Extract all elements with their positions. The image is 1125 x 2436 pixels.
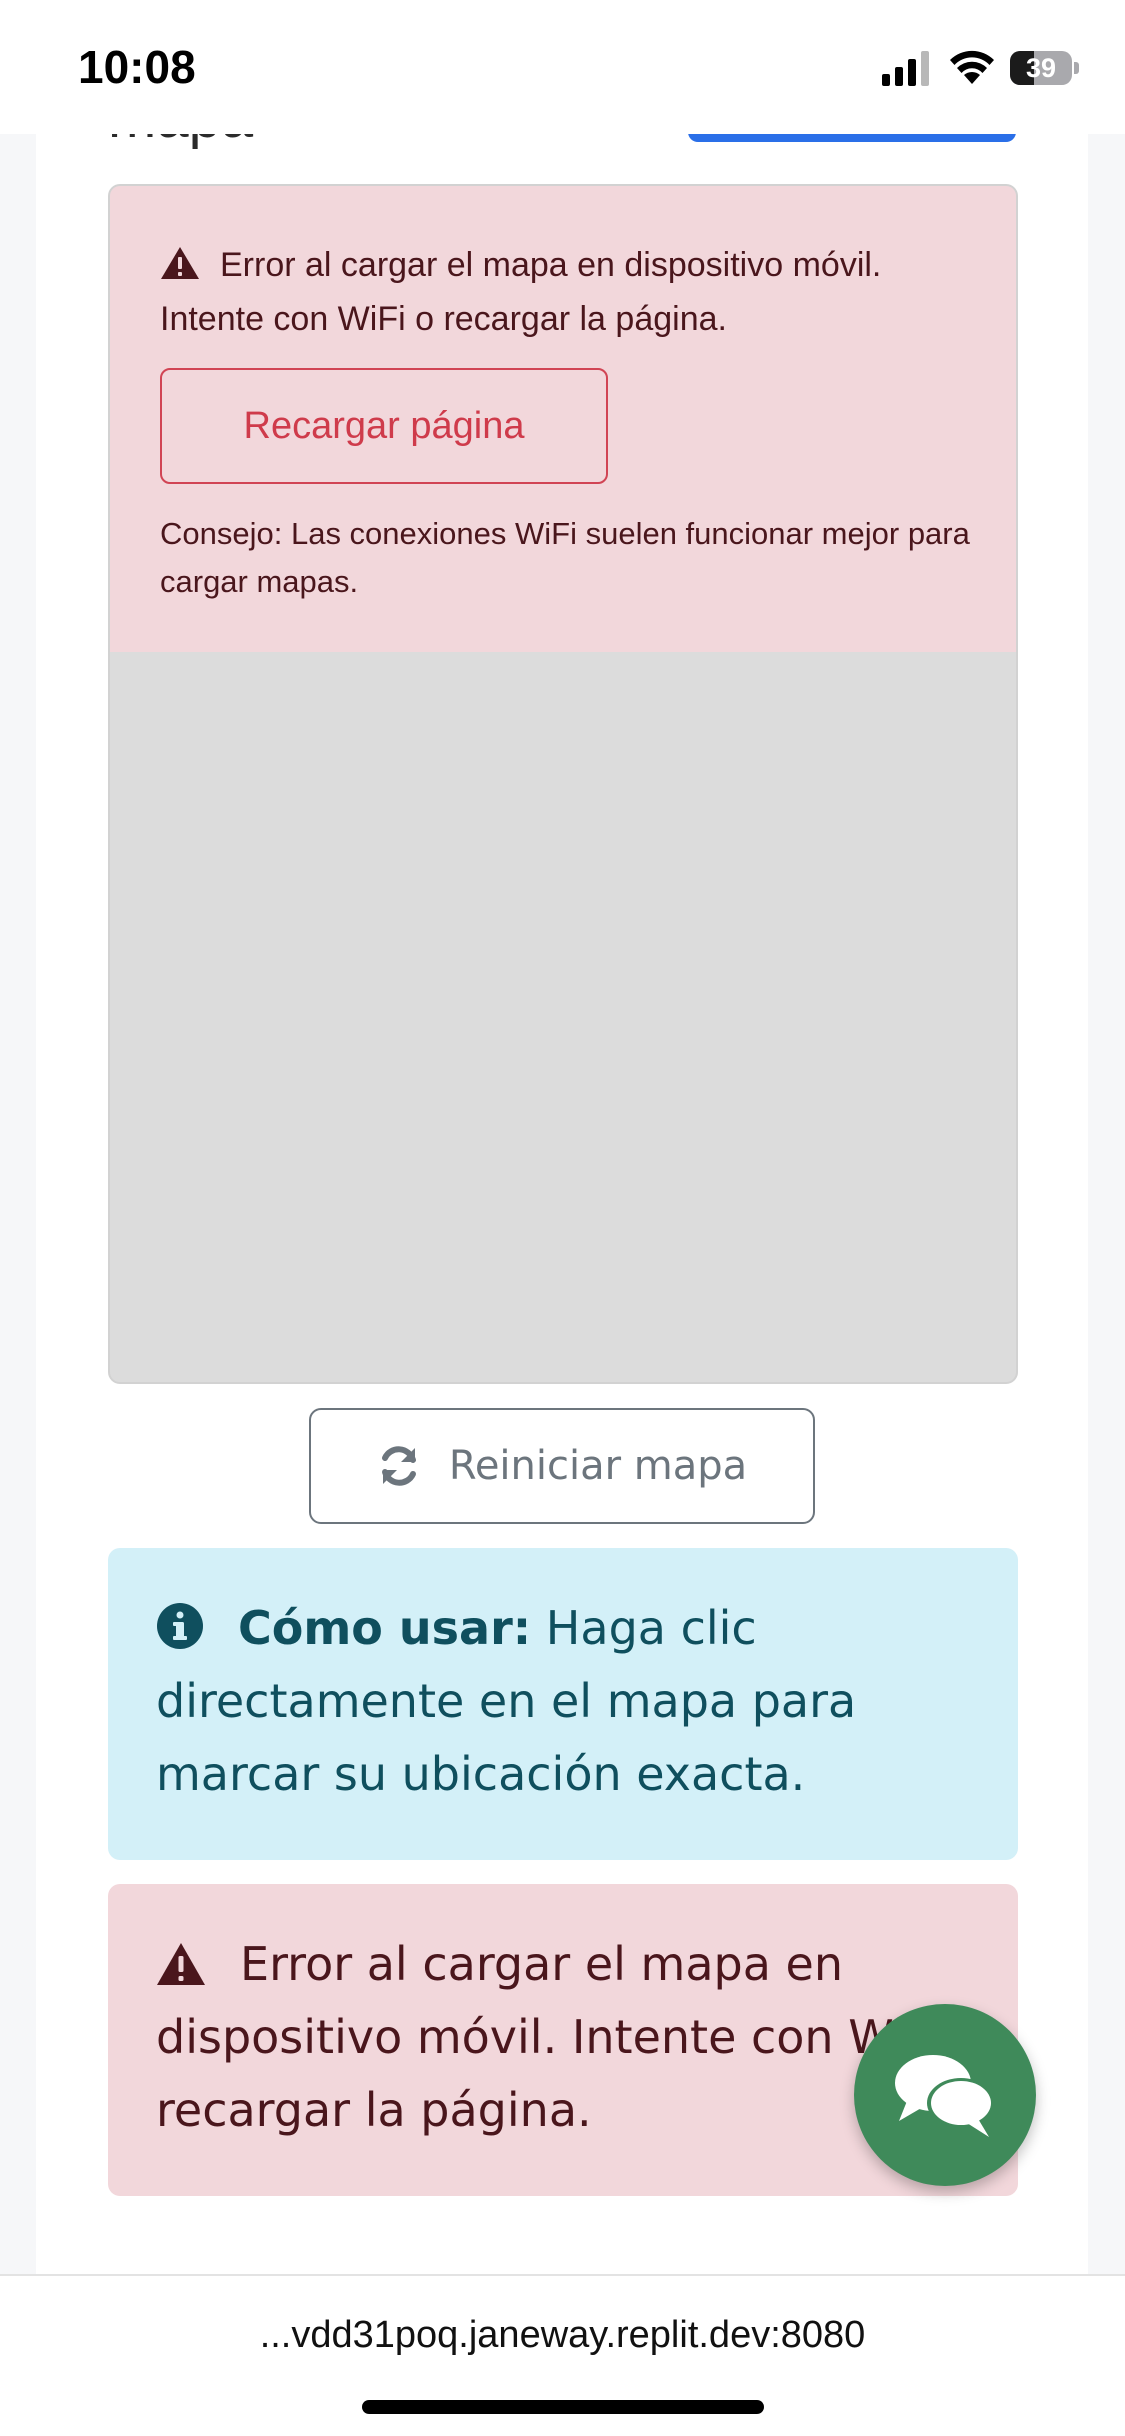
reload-page-button[interactable]: Recargar página — [160, 368, 608, 484]
page-title-text: mapa — [108, 134, 253, 151]
reset-map-label: Reiniciar mapa — [448, 1443, 748, 1489]
map-tip: Consejo: Las conexiones WiFi suelen func… — [160, 516, 970, 599]
status-time: 10:08 — [78, 41, 196, 93]
page-title: mapa — [72, 134, 472, 159]
chat-button[interactable] — [854, 2004, 1036, 2186]
battery-icon: 39 — [1010, 51, 1080, 85]
url-text[interactable]: ...vdd31poq.janeway.replit.dev:8080 — [0, 2314, 1125, 2357]
map-error-alert: Error al cargar el mapa en dispositivo m… — [110, 186, 1016, 652]
reset-map-button[interactable]: Reiniciar mapa — [309, 1408, 815, 1524]
info-circle-icon — [157, 1603, 203, 1649]
chat-bubbles-icon — [895, 2055, 995, 2137]
map-container[interactable]: Error al cargar el mapa en dispositivo m… — [108, 184, 1018, 1384]
warning-triangle-icon — [157, 1943, 205, 1985]
status-bar: 10:08 39 — [0, 0, 1125, 134]
info-alert-content: Cómo usar: Haga clic directamente en el … — [156, 1592, 986, 1811]
home-indicator — [362, 2400, 764, 2414]
map-error-message: Error al cargar el mapa en dispositivo m… — [160, 238, 980, 346]
wifi-icon — [950, 50, 994, 84]
info-alert-strong: Cómo usar: — [238, 1601, 532, 1655]
signal-icon — [882, 51, 929, 86]
info-alert: Cómo usar: Haga clic directamente en el … — [108, 1548, 1018, 1860]
refresh-icon — [381, 1446, 416, 1486]
map-error-text: Error al cargar el mapa en dispositivo m… — [160, 246, 882, 338]
battery-level: 39 — [1025, 53, 1057, 83]
warning-triangle-icon — [161, 247, 199, 279]
